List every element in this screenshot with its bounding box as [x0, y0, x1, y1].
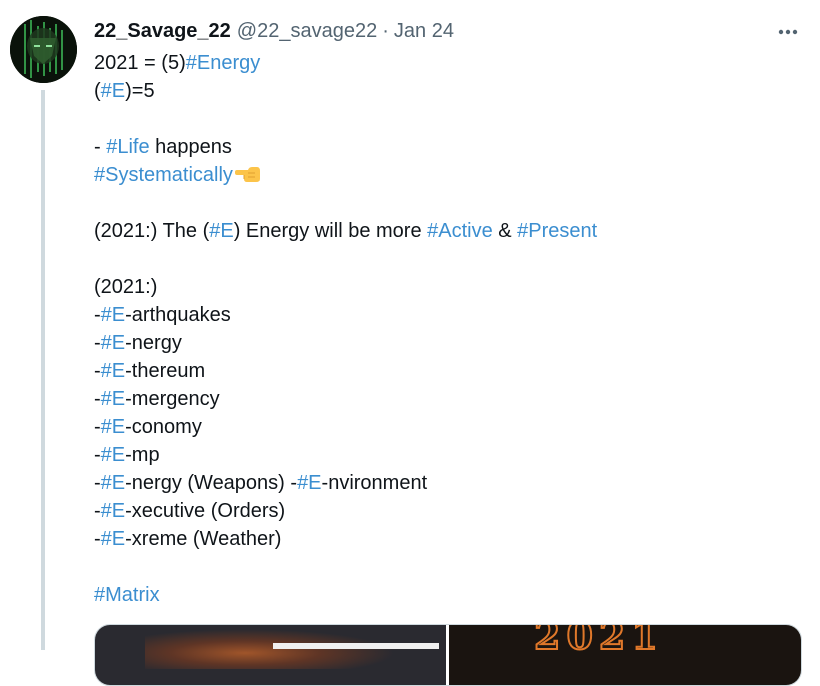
list-item: -#E-mp — [94, 441, 794, 469]
text-line: #Systematically — [94, 161, 794, 189]
text-segment: -conomy — [125, 416, 202, 438]
more-horizontal-icon[interactable] — [773, 22, 805, 42]
text-line: (2021:) The (#E) Energy will be more #Ac… — [94, 217, 794, 245]
list-item: -#E-nergy (Weapons) -#E-nvironment — [94, 469, 794, 497]
backhand-index-pointing-left-icon — [233, 164, 261, 184]
text-line: (#E)=5 — [94, 77, 794, 105]
text-segment: 2021 = (5) — [94, 52, 186, 74]
list-item: -#E-arthquakes — [94, 301, 794, 329]
text-segment: -mp — [125, 444, 160, 466]
list-item: -#E-thereum — [94, 357, 794, 385]
hashtag-link[interactable]: #E — [101, 332, 125, 354]
hashtag-link[interactable]: #Matrix — [94, 584, 160, 606]
text-segment: - — [94, 500, 101, 522]
text-segment: - — [94, 444, 101, 466]
hashtag-link[interactable]: #E — [101, 416, 125, 438]
hashtag-link[interactable]: #E — [101, 528, 125, 550]
text-segment: happens — [149, 136, 232, 158]
text-segment: -thereum — [125, 360, 206, 382]
separator-dot: · — [382, 20, 389, 42]
text-segment: - — [94, 528, 101, 550]
text-segment: (2021:) The ( — [94, 220, 210, 242]
hashtag-link[interactable]: #E — [101, 444, 125, 466]
image-glow — [145, 629, 395, 669]
text-segment: -mergency — [125, 388, 220, 410]
hashtag-link[interactable]: #Active — [427, 220, 493, 242]
text-segment: -xreme (Weather) — [125, 528, 282, 550]
media-image-left[interactable] — [95, 625, 446, 685]
text-segment: -arthquakes — [125, 304, 231, 326]
hashtag-link[interactable]: #E — [101, 360, 125, 382]
hashtag-link[interactable]: #Energy — [186, 52, 261, 74]
avatar[interactable] — [10, 16, 77, 83]
list-item: -#E-nergy — [94, 329, 794, 357]
avatar-image — [10, 16, 77, 83]
media-grid[interactable]: 2021 — [94, 624, 802, 686]
text-segment: - — [94, 472, 101, 494]
text-line: (2021:) — [94, 276, 158, 298]
user-handle[interactable]: @22_savage22 — [237, 20, 377, 43]
hashtag-link[interactable]: #Life — [106, 136, 149, 158]
image-fire-text: 2021 — [533, 625, 664, 659]
media-image-right[interactable]: 2021 — [449, 625, 801, 685]
list-item: -#E-mergency — [94, 385, 794, 413]
text-segment: -xecutive (Orders) — [125, 500, 286, 522]
tweet-text: 2021 = (5)#Energy (#E)=5 - #Life happens… — [94, 49, 794, 609]
text-line: - #Life happens — [94, 133, 794, 161]
text-segment: )=5 — [125, 80, 155, 102]
hashtag-link[interactable]: #E — [101, 388, 125, 410]
hashtag-link[interactable]: #Present — [517, 220, 597, 242]
hashtag-link[interactable]: #E — [101, 472, 125, 494]
list-item: -#E-conomy — [94, 413, 794, 441]
text-segment: - — [94, 136, 107, 158]
tweet-header: 22_Savage_22 @22_savage22 · Jan 24 — [94, 20, 454, 44]
text-segment: - — [94, 332, 101, 354]
text-segment: - — [94, 360, 101, 382]
text-segment: - — [94, 304, 101, 326]
hashtag-link[interactable]: #E — [297, 472, 321, 494]
hashtag-link[interactable]: #E — [101, 304, 125, 326]
text-segment: & — [492, 220, 518, 242]
text-segment: -nvironment — [321, 472, 428, 494]
list-item: -#E-xreme (Weather) — [94, 525, 794, 553]
text-line: 2021 = (5)#Energy — [94, 49, 794, 77]
text-segment: -nergy — [125, 332, 182, 354]
text-segment: -nergy (Weapons) - — [125, 472, 298, 494]
hashtag-link[interactable]: #E — [209, 220, 233, 242]
image-detail — [273, 643, 439, 649]
text-segment: ( — [94, 80, 101, 102]
text-segment: - — [94, 388, 101, 410]
hashtag-link[interactable]: #E — [101, 500, 125, 522]
display-name[interactable]: 22_Savage_22 — [94, 20, 231, 43]
list-item: -#E-xecutive (Orders) — [94, 497, 794, 525]
text-segment: ) Energy will be more — [233, 220, 428, 242]
thread-line — [41, 90, 45, 650]
tweet[interactable]: 22_Savage_22 @22_savage22 · Jan 24 2021 … — [0, 0, 820, 686]
text-line: #Matrix — [94, 581, 794, 609]
text-segment: - — [94, 416, 101, 438]
tweet-date[interactable]: Jan 24 — [394, 20, 454, 43]
hashtag-link[interactable]: #E — [101, 80, 125, 102]
hashtag-link[interactable]: #Systematically — [94, 164, 233, 186]
